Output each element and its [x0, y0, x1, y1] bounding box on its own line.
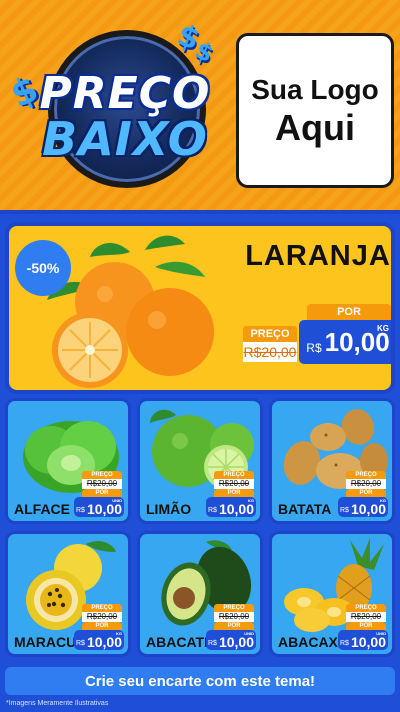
new-price-label: POR	[346, 622, 386, 630]
logo-placeholder[interactable]: Sua Logo Aqui	[236, 33, 394, 188]
new-price-value: R$ 10,00 KG	[338, 497, 388, 517]
price-unit: KG	[380, 498, 386, 503]
product-price-tag: PREÇO R$20,00 POR R$ 10,00 KG	[206, 471, 256, 517]
price-amount: 10,00	[350, 501, 386, 517]
logo-text-line1: Sua Logo	[251, 73, 379, 105]
currency-symbol: R$	[76, 640, 85, 647]
new-price-value: R$ 10,00 KG	[206, 497, 256, 517]
price-unit: UNID	[376, 631, 386, 636]
currency-symbol: R$	[208, 640, 217, 647]
price-unit: KG	[248, 498, 254, 503]
old-price-label: PREÇO	[214, 471, 254, 479]
currency-symbol: R$	[76, 507, 85, 514]
old-price-label: PREÇO	[82, 604, 122, 612]
product-card-abacaxi[interactable]: ABACAXI PREÇO R$20,00 POR R$ 10,00 UNID	[269, 531, 395, 657]
badge-title-line2: BAIXO	[42, 112, 208, 166]
product-name: LIMÃO	[146, 501, 192, 517]
old-price-label: PREÇO	[243, 326, 297, 342]
price-amount: 10,00	[218, 634, 254, 650]
old-price-label: PREÇO	[346, 471, 386, 479]
new-price-value: R$ 10,00 KG	[74, 630, 124, 650]
old-price-value: R$20,00	[82, 479, 122, 489]
product-price-tag: PREÇO R$20,00 POR R$ 10,00 KG	[338, 471, 388, 517]
featured-price-tag: PREÇO R$20,00 POR R$ 10,00 KG	[243, 304, 391, 376]
new-price-value: R$ 10,00 UNID	[338, 630, 388, 650]
featured-product-name: LARANJA	[245, 240, 391, 272]
new-price-label: POR	[346, 489, 386, 497]
currency-symbol: R$	[340, 640, 349, 647]
old-price-value: R$20,00	[82, 612, 122, 622]
old-price-value: R$20,00	[346, 479, 386, 489]
price-unit: UNID	[244, 631, 254, 636]
currency-symbol: R$	[340, 507, 349, 514]
new-price-label: POR	[82, 489, 122, 497]
old-price-value: R$20,00	[243, 342, 297, 362]
price-amount: 10,00	[350, 634, 386, 650]
product-price-tag: PREÇO R$20,00 POR R$ 10,00 UNID	[74, 471, 124, 517]
product-name: BATATA	[278, 501, 332, 517]
preco-baixo-badge: $ $ $ PREÇO BAIXO	[5, 17, 240, 205]
discount-badge: -50%	[15, 240, 71, 296]
price-amount: 10,00	[86, 501, 122, 517]
new-price-label: POR	[214, 489, 254, 497]
new-price-label: POR	[214, 622, 254, 630]
product-price-tag: PREÇO R$20,00 POR R$ 10,00 KG	[74, 604, 124, 650]
new-price-label: POR	[307, 304, 391, 320]
currency-symbol: R$	[306, 341, 322, 355]
product-name: ALFACE	[14, 501, 70, 517]
new-price-label: POR	[82, 622, 122, 630]
product-card-abacate[interactable]: ABACATE PREÇO R$20,00 POR R$ 10,00 UNID	[137, 531, 263, 657]
old-price-value: R$20,00	[214, 612, 254, 622]
old-price-label: PREÇO	[214, 604, 254, 612]
new-price-value: R$ 10,00 UNID	[206, 630, 256, 650]
product-card-maracuja[interactable]: MARACUJÁ PREÇO R$20,00 POR R$ 10,00 KG	[5, 531, 131, 657]
disclaimer-text: *Imagens Meramente Ilustrativas	[6, 700, 109, 707]
header-banner: $ $ $ PREÇO BAIXO Sua Logo Aqui	[0, 0, 400, 214]
logo-text-line2: Aqui	[275, 106, 355, 148]
create-flyer-button[interactable]: Crie seu encarte com este tema!	[5, 667, 395, 695]
old-price-value: R$20,00	[214, 479, 254, 489]
new-price-value: R$ 10,00 KG	[299, 320, 391, 364]
price-unit: KG	[116, 631, 122, 636]
product-card-alface[interactable]: ALFACE PREÇO R$20,00 POR R$ 10,00 UNID	[5, 398, 131, 524]
product-name: ABACAXI	[278, 634, 342, 650]
product-card-limao[interactable]: LIMÃO PREÇO R$20,00 POR R$ 10,00 KG	[137, 398, 263, 524]
currency-symbol: R$	[208, 507, 217, 514]
price-unit: KG	[377, 324, 389, 333]
product-name: ABACATE	[146, 634, 214, 650]
price-amount: 10,00	[218, 501, 254, 517]
product-price-tag: PREÇO R$20,00 POR R$ 10,00 UNID	[206, 604, 256, 650]
old-price-value: R$20,00	[346, 612, 386, 622]
price-amount: 10,00	[86, 634, 122, 650]
price-unit: UNID	[112, 498, 122, 503]
product-card-batata[interactable]: BATATA PREÇO R$20,00 POR R$ 10,00 KG	[269, 398, 395, 524]
old-price-label: PREÇO	[82, 471, 122, 479]
product-price-tag: PREÇO R$20,00 POR R$ 10,00 UNID	[338, 604, 388, 650]
old-price-label: PREÇO	[346, 604, 386, 612]
new-price-value: R$ 10,00 UNID	[74, 497, 124, 517]
featured-product-card[interactable]: -50% LARANJA PREÇO R$20,00 POR R$ 10,00 …	[5, 222, 395, 394]
